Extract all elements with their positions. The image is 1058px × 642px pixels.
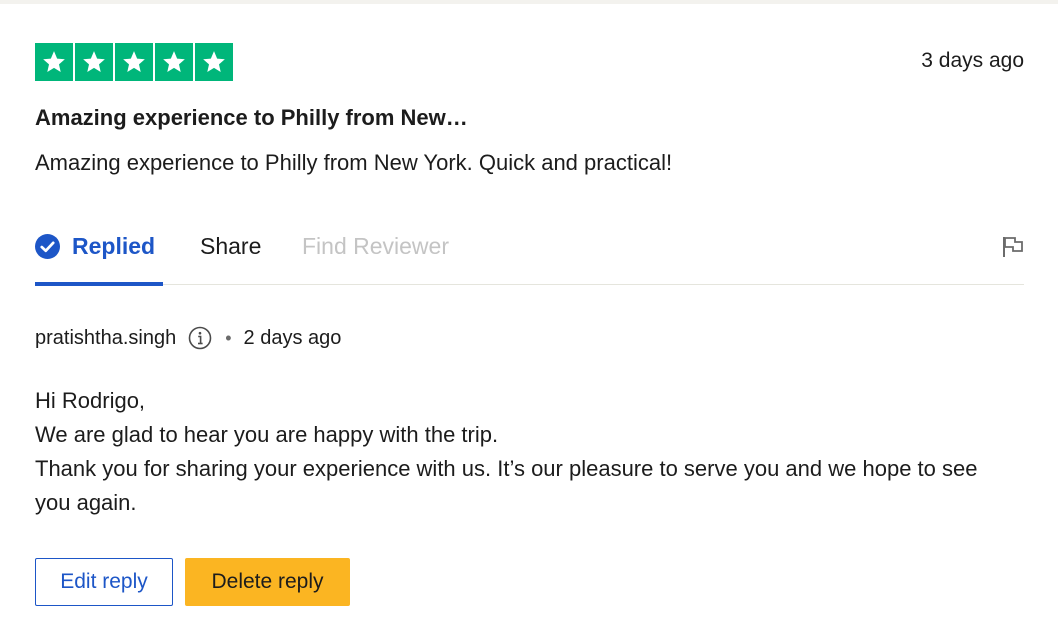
reply-meta: pratishtha.singh • 2 days ago [35,326,341,350]
reply-body: Hi Rodrigo, We are glad to hear you are … [35,384,1005,520]
star-icon [115,43,153,81]
star-rating [35,43,233,81]
tab-replied[interactable]: Replied [35,226,163,286]
tab-share-label: Share [200,233,262,259]
reply-line: Thank you for sharing your experience wi… [35,456,978,515]
review-card: 3 days ago Amazing experience to Philly … [35,0,1024,642]
tab-find-reviewer-label: Find Reviewer [302,233,449,259]
review-date: 3 days ago [921,49,1024,72]
tab-replied-label: Replied [72,233,156,259]
review-header: 3 days ago [35,43,1024,81]
reply-author: pratishtha.singh [35,326,177,349]
meta-separator: • [225,327,232,348]
reply-date: 2 days ago [243,326,342,349]
flag-icon[interactable] [1002,235,1024,259]
review-tabs: Replied Share Find Reviewer [35,226,1024,286]
review-body: Amazing experience to Philly from New Yo… [35,150,673,175]
check-circle-icon [35,234,60,259]
star-icon [75,43,113,81]
tab-find-reviewer: Find Reviewer [302,226,449,282]
star-icon [155,43,193,81]
star-icon [35,43,73,81]
tab-share[interactable]: Share [200,226,261,282]
edit-reply-button[interactable]: Edit reply [35,558,173,606]
delete-reply-button[interactable]: Delete reply [185,558,350,606]
reply-line: We are glad to hear you are happy with t… [35,422,499,447]
reply-line: Hi Rodrigo, [35,388,146,413]
review-title: Amazing experience to Philly from New… [35,105,468,130]
star-icon [195,43,233,81]
info-icon[interactable] [188,326,212,350]
